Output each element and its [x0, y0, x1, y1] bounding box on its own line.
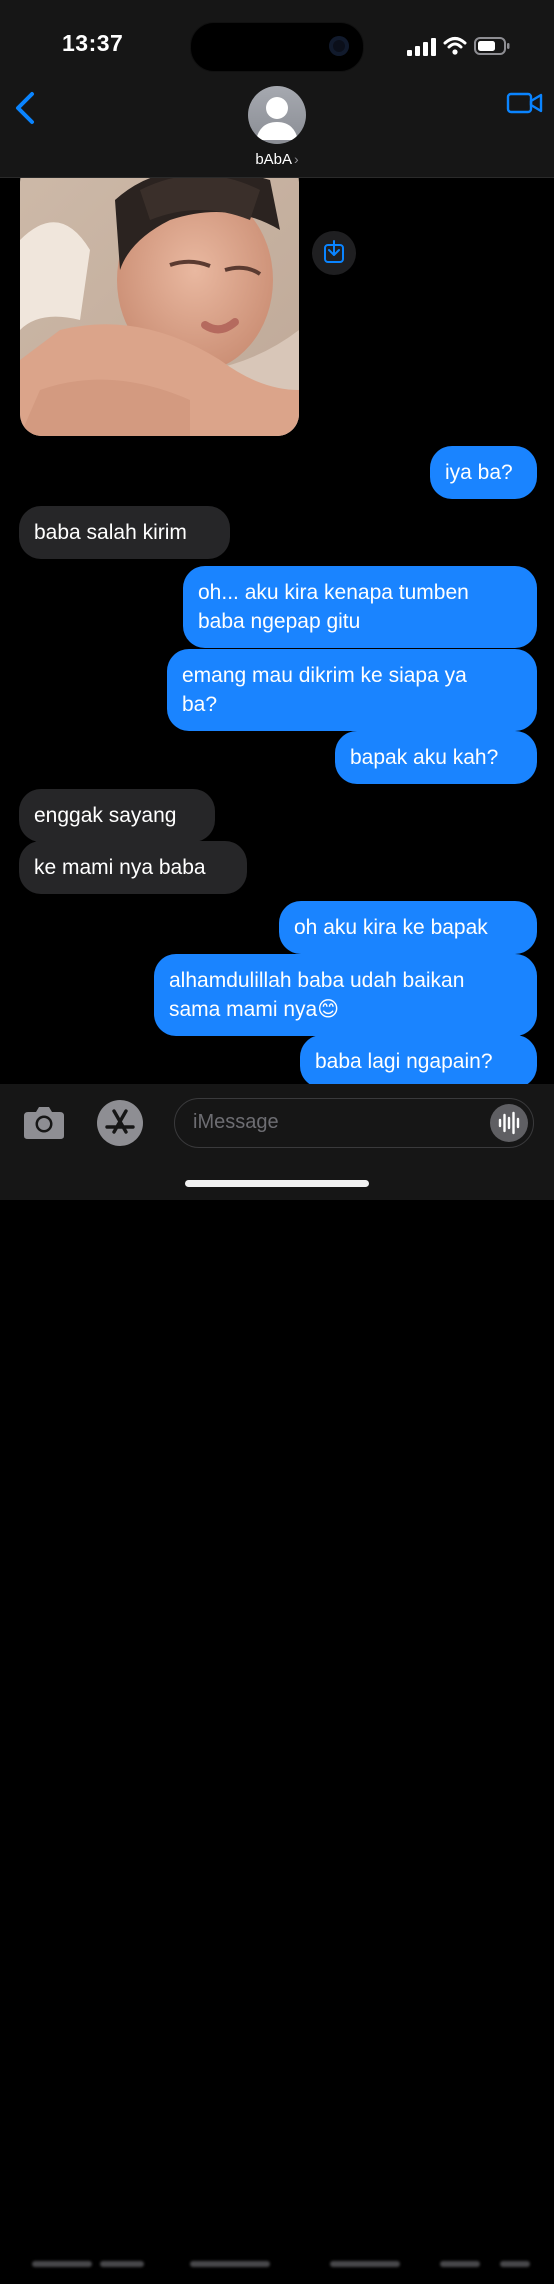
app-store-button[interactable]: [96, 1099, 144, 1147]
audio-message-button[interactable]: [490, 1104, 528, 1142]
battery-icon: [474, 37, 510, 55]
imessage-input[interactable]: iMessage: [174, 1098, 534, 1148]
blurred-strip-graphic: [32, 2261, 530, 2267]
audio-waveform-icon: [498, 1111, 520, 1135]
contact-name-text: bAbA: [255, 151, 293, 168]
app-store-icon: [97, 1100, 143, 1146]
home-indicator[interactable]: [185, 1180, 369, 1187]
dynamic-island: [190, 22, 364, 72]
status-time: 13:37: [62, 30, 124, 56]
message-bubble-in[interactable]: enggak sayang: [19, 789, 215, 842]
avatar-person-icon: [256, 97, 298, 140]
message-bubble-out[interactable]: bapak aku kah?: [335, 731, 537, 784]
message-bubble-out[interactable]: oh... aku kira kenapa tumben baba ngepap…: [183, 566, 537, 648]
message-bubble-out[interactable]: oh aku kira ke bapak: [279, 901, 537, 954]
front-camera-icon: [329, 36, 349, 56]
blurred-app-strip: [0, 2251, 554, 2284]
save-photo-button[interactable]: [312, 231, 356, 275]
photo-message[interactable]: [20, 160, 299, 436]
wifi-icon: [443, 37, 467, 55]
message-bubble-in[interactable]: baba salah kirim: [19, 506, 230, 559]
status-bar: 13:37: [0, 0, 554, 92]
message-bubble-out[interactable]: iya ba?: [430, 446, 537, 499]
photo-image: [20, 160, 299, 436]
camera-icon: [24, 1107, 64, 1139]
back-button[interactable]: [6, 88, 46, 128]
back-chevron-icon: [16, 92, 34, 124]
message-bubble-out[interactable]: baba lagi ngapain?: [300, 1035, 537, 1088]
message-thread[interactable]: iya ba? baba salah kirim oh... aku kira …: [0, 0, 554, 1200]
facetime-video-button[interactable]: [506, 88, 544, 118]
imessage-placeholder: iMessage: [193, 1111, 279, 1133]
cellular-signal-icon: [407, 38, 436, 56]
contact-name[interactable]: bAbA ›: [0, 151, 554, 168]
chevron-right-icon: ›: [294, 151, 299, 167]
contact-avatar[interactable]: [248, 86, 306, 144]
save-download-icon: [324, 240, 344, 263]
camera-button[interactable]: [22, 1102, 66, 1142]
message-bubble-out[interactable]: emang mau dikrim ke siapa ya ba?: [167, 649, 537, 731]
message-bubble-out[interactable]: alhamdulillah baba udah baikan sama mami…: [154, 954, 537, 1036]
message-bubble-in[interactable]: ke mami nya baba: [19, 841, 247, 894]
video-camera-icon: [506, 92, 543, 114]
